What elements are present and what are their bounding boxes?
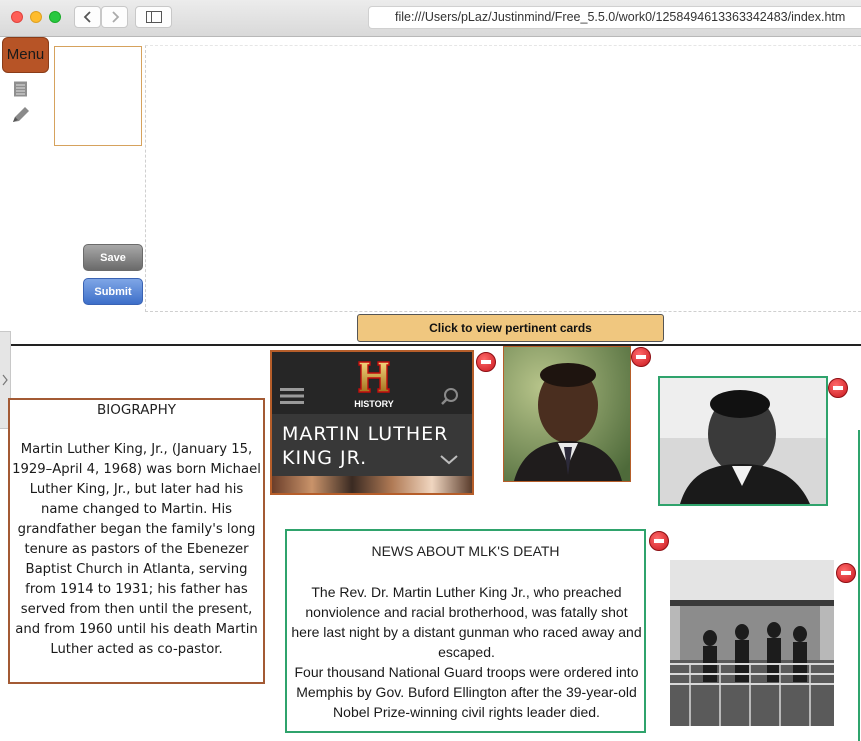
history-photo-strip [272,476,472,493]
card-body: Martin Luther King, Jr., (January 15, 19… [12,442,261,657]
chevron-left-icon [83,11,91,23]
remove-card-button[interactable] [649,531,669,551]
news-paragraph: The Rev. Dr. Martin Luther King Jr., who… [291,584,642,660]
hamburger-icon [280,388,304,409]
chevron-down-icon [440,452,458,470]
news-paragraph: Four thousand National Guard troops were… [294,664,639,720]
history-card[interactable]: HISTORY MARTIN LUTHER KING JR. [270,350,474,495]
mlk-portrait-photo[interactable] [503,346,631,482]
address-bar[interactable]: file:///Users/pLaz/Justinmind/Free_5.5.0… [368,6,861,29]
chevron-right-icon [111,11,119,23]
chevron-right-icon [2,374,8,386]
card-title: NEWS ABOUT MLK'S DEATH [371,543,560,559]
close-window-button[interactable] [11,11,23,23]
view-cards-button[interactable]: Click to view pertinent cards [357,314,664,342]
card-title: BIOGRAPHY [97,402,176,418]
history-header: HISTORY [272,352,472,414]
balcony-photo[interactable] [670,560,834,726]
minimize-window-button[interactable] [30,11,42,23]
remove-card-button[interactable] [631,347,651,367]
card-edge [858,430,860,741]
back-button[interactable] [74,6,101,28]
remove-card-button[interactable] [476,352,496,372]
history-logo: HISTORY [348,360,400,409]
mlk-bw-photo[interactable] [658,376,828,506]
divider [0,344,861,346]
biography-card[interactable]: BIOGRAPHY Martin Luther King, Jr., (Janu… [8,398,265,684]
zoom-window-button[interactable] [49,11,61,23]
history-logo-text: HISTORY [354,399,394,409]
forward-button[interactable] [101,6,128,28]
blank-frame [54,46,142,146]
pencil-icon[interactable] [11,106,31,129]
sidebar-icon [145,11,162,23]
remove-card-button[interactable] [828,378,848,398]
menu-button[interactable]: Menu [2,37,49,73]
remove-card-button[interactable] [836,563,856,583]
search-icon [440,387,460,412]
sidebar-toggle-button[interactable] [135,6,172,28]
submit-button[interactable]: Submit [83,278,143,305]
browser-toolbar: file:///Users/pLaz/Justinmind/Free_5.5.0… [0,0,861,37]
document-icon[interactable] [13,81,28,102]
history-h-icon [358,361,390,393]
news-card[interactable]: NEWS ABOUT MLK'S DEATH The Rev. Dr. Mart… [285,529,646,733]
save-button[interactable]: Save [83,244,143,271]
history-headline: MARTIN LUTHER KING JR. [282,423,449,469]
drop-zone [145,45,861,312]
card-body: The Rev. Dr. Martin Luther King Jr., who… [291,582,642,722]
